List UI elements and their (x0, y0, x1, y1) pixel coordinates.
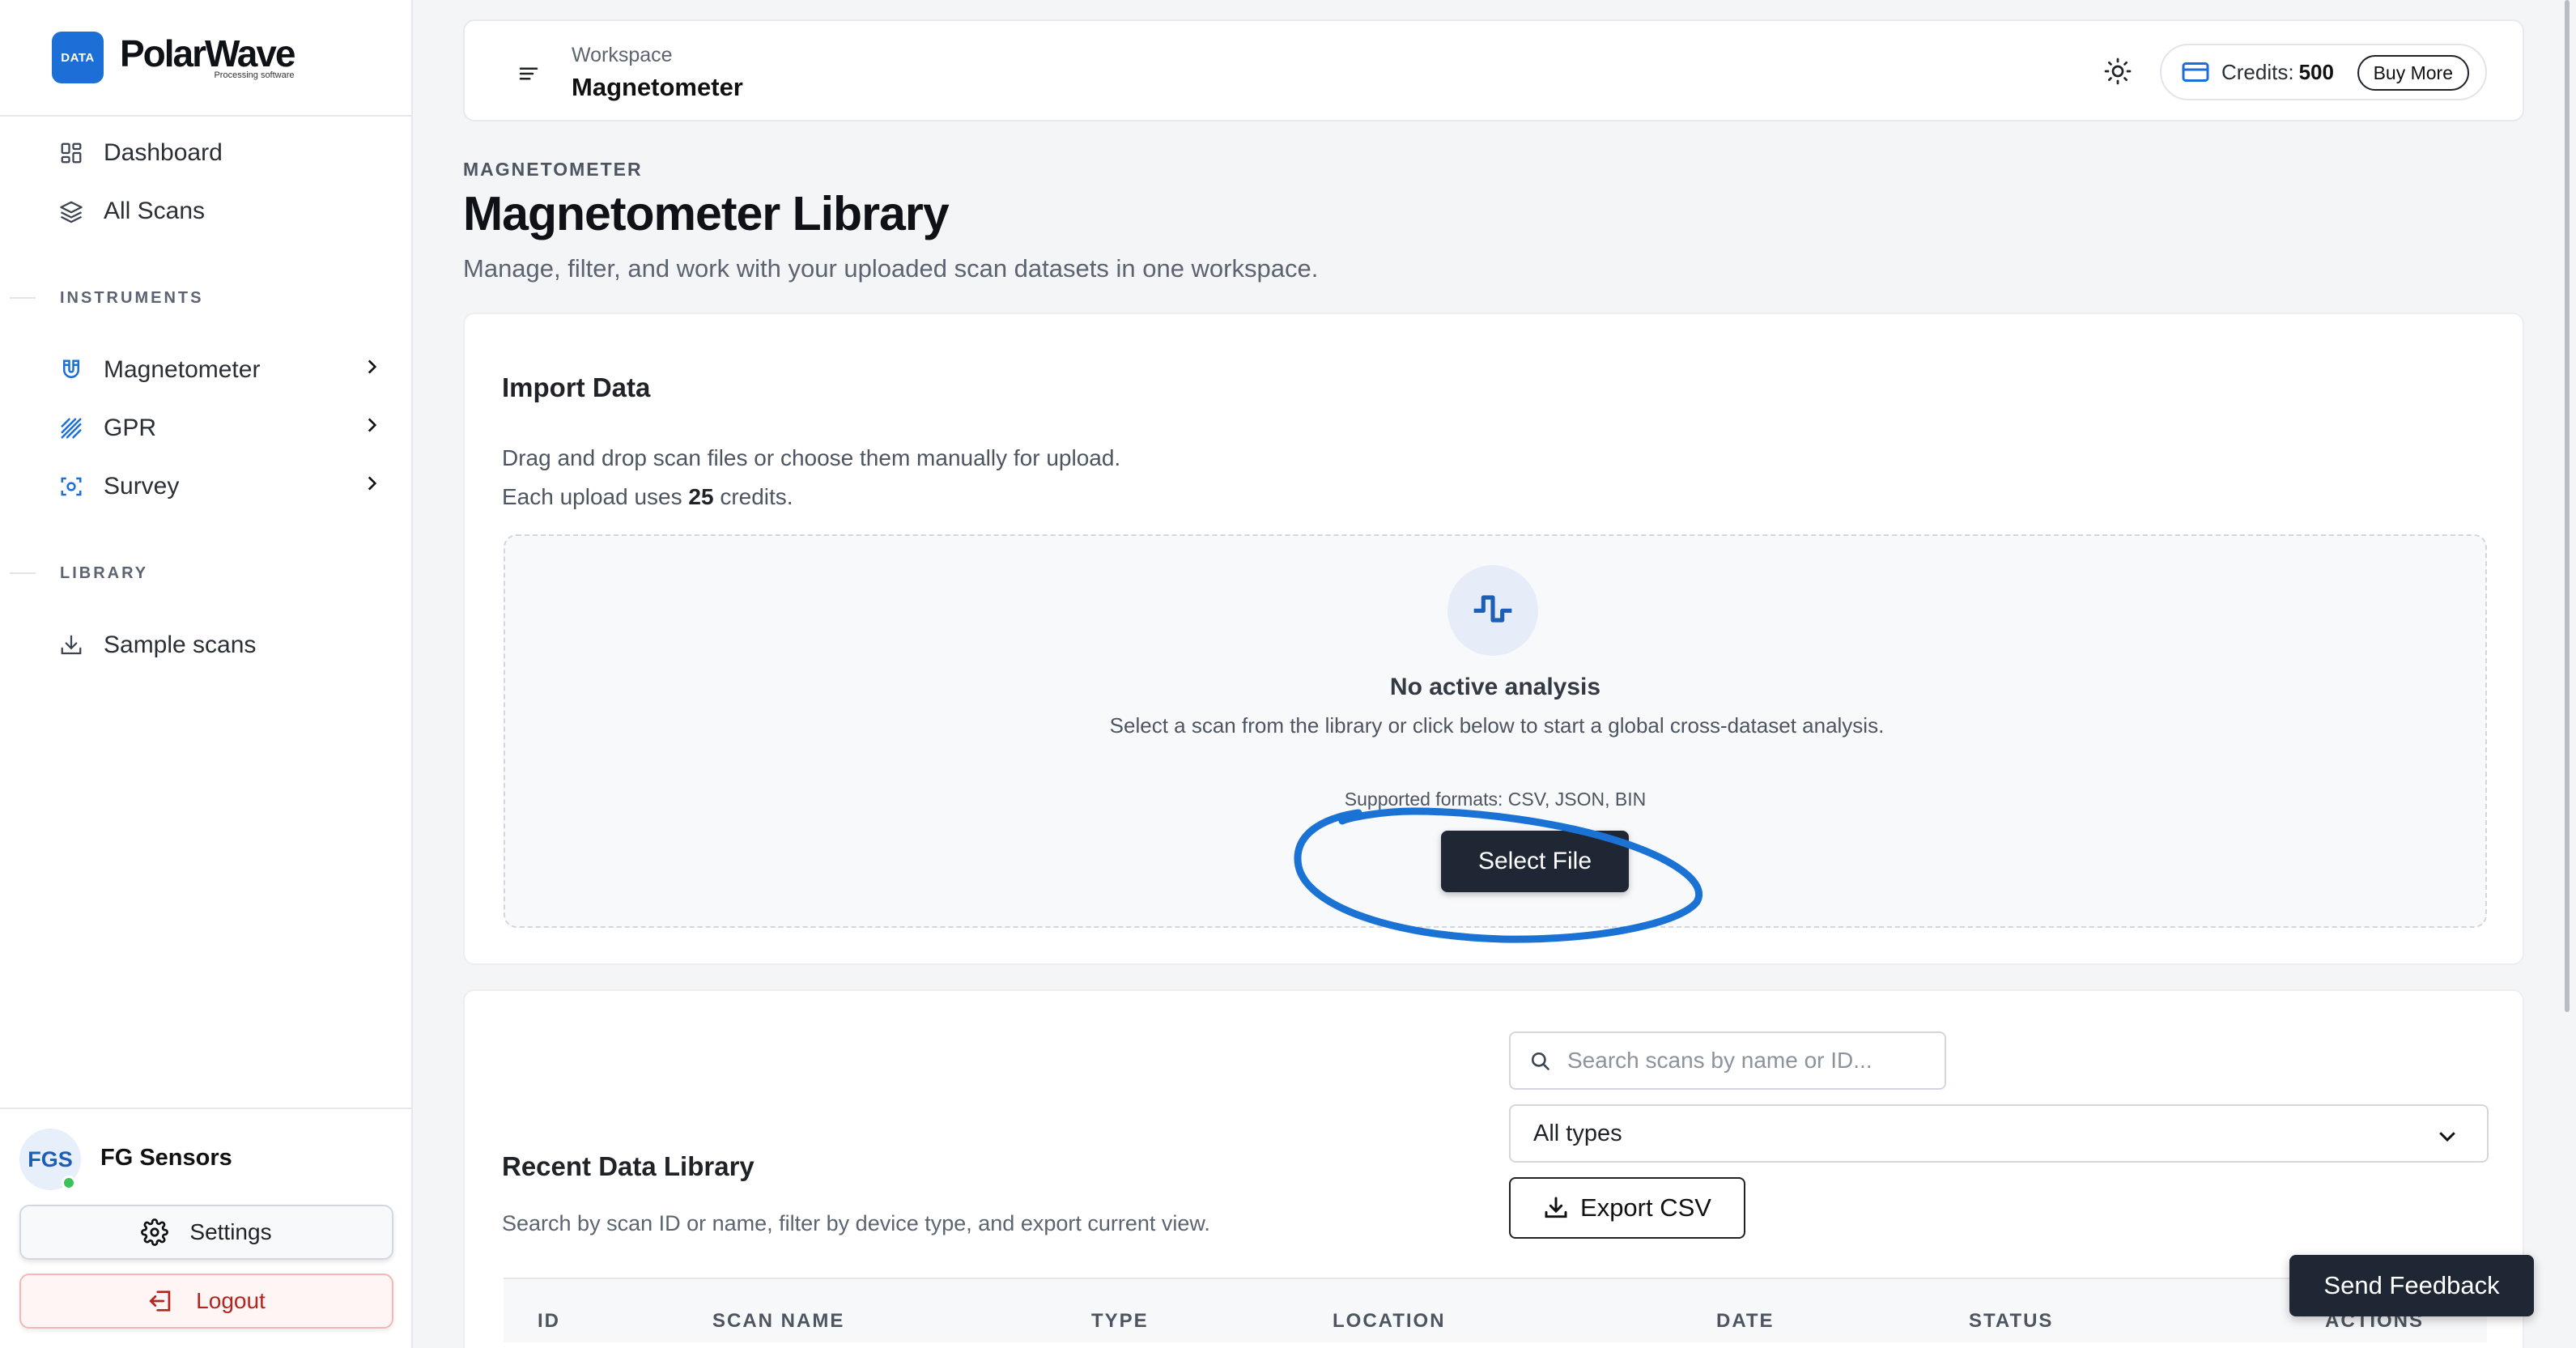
brand-name: PolarWave (120, 32, 296, 74)
sidebar-item-all-scans[interactable]: All Scans (58, 191, 382, 232)
import-credits-note: Each upload uses 25 credits. (502, 484, 793, 509)
brand-logo[interactable]: DATA PolarWave Processing software (0, 0, 411, 117)
sidebar-item-sample-scans[interactable]: Sample scans (58, 625, 382, 665)
sidebar-item-label: GPR (104, 415, 157, 441)
section-divider (10, 297, 36, 299)
section-divider (10, 572, 36, 574)
sidebar-item-survey[interactable]: Survey (58, 466, 382, 507)
hatch-lines-icon (58, 415, 84, 441)
empty-state-text: Select a scan from the library or click … (1109, 713, 1885, 738)
workspace-title: Magnetometer (572, 73, 743, 101)
export-csv-button[interactable]: Export CSV (1509, 1177, 1745, 1239)
top-bar: Workspace Magnetometer Credits: 500 Buy … (463, 19, 2524, 121)
user-panel: FGS FG Sensors Settings Logout (0, 1108, 413, 1348)
column-header-id[interactable]: ID (538, 1310, 560, 1333)
supported-formats: Supported formats: CSV, JSON, BIN (1344, 789, 1647, 810)
library-title: Recent Data Library (502, 1151, 755, 1181)
gear-icon (141, 1218, 169, 1246)
chevron-right-icon (361, 356, 382, 384)
sun-icon[interactable] (2103, 57, 2132, 90)
column-header-scan-name[interactable]: SCAN NAME (712, 1310, 844, 1333)
logout-button[interactable]: Logout (19, 1274, 393, 1329)
chevron-down-icon (2435, 1124, 2459, 1148)
select-file-button[interactable]: Select File (1441, 831, 1629, 892)
search-field[interactable] (1509, 1031, 1946, 1090)
import-data-card: Import Data Drag and drop scan files or … (463, 313, 2524, 965)
logout-label: Logout (196, 1288, 266, 1313)
upload-cost: 25 (688, 484, 714, 509)
page-eyebrow: MAGNETOMETER (463, 159, 643, 180)
scan-focus-icon (58, 474, 84, 500)
page-title: Magnetometer Library (463, 187, 950, 240)
library-description: Search by scan ID or name, filter by dev… (502, 1211, 1210, 1235)
search-input[interactable] (1567, 1048, 1945, 1074)
send-feedback-button[interactable]: Send Feedback (2289, 1255, 2534, 1316)
workspace-label: Workspace (572, 44, 673, 66)
online-status-dot (62, 1176, 76, 1190)
brand-tagline: Processing software (214, 70, 295, 80)
section-label-instruments: INSTRUMENTS (60, 289, 204, 307)
magnet-icon (58, 357, 84, 383)
download-icon (1543, 1195, 1569, 1221)
sidebar: DATA PolarWave Processing software Dashb… (0, 0, 413, 1348)
sidebar-item-label: Dashboard (104, 139, 223, 166)
sidebar-item-gpr[interactable]: GPR (58, 408, 382, 449)
credits-label: Credits: (2221, 59, 2294, 84)
column-header-type[interactable]: TYPE (1091, 1310, 1149, 1333)
sidebar-item-magnetometer[interactable]: Magnetometer (58, 350, 382, 390)
table-header: ID SCAN NAME TYPE LOCATION DATE STATUS A… (504, 1278, 2487, 1342)
brand-badge: DATA (52, 32, 104, 83)
type-filter-value: All types (1533, 1120, 1622, 1146)
buy-more-button[interactable]: Buy More (2357, 55, 2469, 91)
sidebar-item-label: Magnetometer (104, 356, 261, 383)
layers-icon (58, 198, 84, 224)
empty-state-title: No active analysis (1389, 674, 1601, 700)
column-header-location[interactable]: LOCATION (1333, 1310, 1446, 1333)
logout-icon (147, 1287, 175, 1315)
import-title: Import Data (502, 372, 651, 402)
type-filter-select[interactable]: All types (1509, 1104, 2489, 1163)
credit-card-icon (2181, 57, 2210, 87)
user-name: FG Sensors (100, 1145, 232, 1171)
column-header-status[interactable]: STATUS (1969, 1310, 2053, 1333)
sidebar-item-label: Sample scans (104, 631, 257, 658)
settings-button[interactable]: Settings (19, 1205, 393, 1260)
search-icon (1528, 1049, 1551, 1072)
settings-label: Settings (189, 1219, 272, 1244)
credits-pill: Credits: 500 Buy More (2160, 44, 2487, 100)
section-label-library: LIBRARY (60, 564, 149, 582)
chevron-right-icon (361, 415, 382, 442)
page-subtitle: Manage, filter, and work with your uploa… (463, 254, 1319, 283)
signal-pulse-icon (1470, 586, 1515, 636)
dashboard-grid-icon (58, 140, 84, 166)
sidebar-item-label: All Scans (104, 198, 206, 224)
file-dropzone[interactable]: No active analysis Select a scan from th… (504, 534, 2487, 928)
empty-state-badge (1447, 565, 1538, 656)
page-scrollbar[interactable] (2565, 0, 2570, 1012)
column-header-date[interactable]: DATE (1716, 1310, 1775, 1333)
import-description: Drag and drop scan files or choose them … (502, 445, 1121, 470)
data-library-card: Recent Data Library Search by scan ID or… (463, 989, 2524, 1348)
sidebar-item-dashboard[interactable]: Dashboard (58, 133, 382, 173)
credits-value: 500 (2298, 59, 2334, 84)
chevron-right-icon (361, 473, 382, 500)
menu-icon[interactable] (516, 62, 541, 90)
download-icon (58, 632, 84, 658)
sidebar-item-label: Survey (104, 473, 180, 500)
export-label: Export CSV (1580, 1193, 1711, 1222)
